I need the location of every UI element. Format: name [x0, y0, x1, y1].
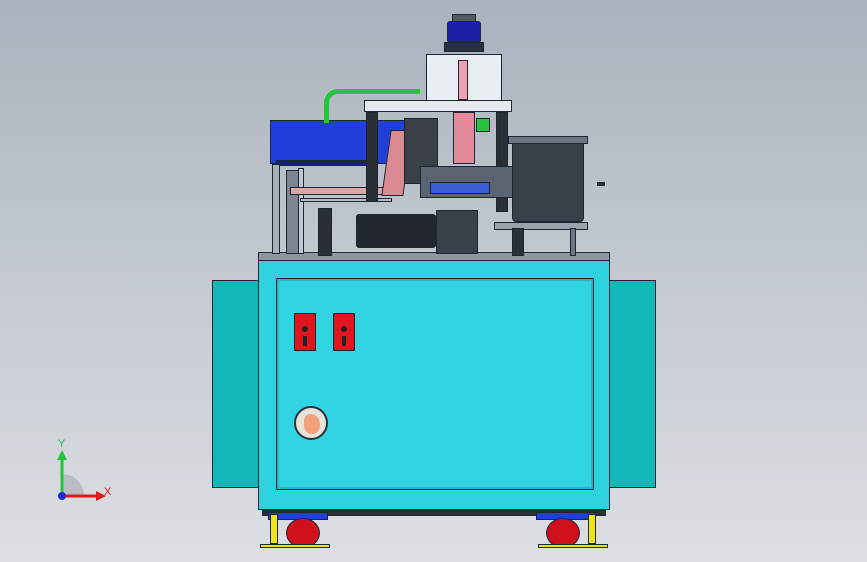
top-white-plate — [364, 100, 512, 112]
axis-triad: Y X — [40, 438, 130, 510]
blue-slide — [430, 182, 490, 194]
bowl-feeder — [512, 138, 584, 222]
green-valve — [476, 118, 490, 132]
axis-triad-svg — [57, 450, 106, 501]
bowl-feeder-rim — [508, 136, 588, 144]
press-head-pink — [453, 112, 475, 164]
feeder-leg-left — [512, 228, 524, 256]
red-switch-icon[interactable] — [294, 313, 316, 351]
vertical-post — [318, 208, 332, 256]
left-guide-rod — [366, 112, 378, 202]
right-side-panel — [608, 280, 656, 488]
x-axis-label: X — [104, 486, 112, 498]
blue-frame-lower — [276, 160, 372, 166]
left-frame-post-3 — [298, 168, 304, 254]
horizontal-guide-rail-2 — [300, 198, 392, 202]
y-axis-label: Y — [58, 438, 66, 450]
motor-gearbox — [436, 210, 478, 254]
red-switch-icon[interactable] — [333, 313, 355, 351]
green-hose-drop — [324, 100, 329, 122]
left-foot-pad — [260, 544, 330, 548]
machine-assembly — [0, 0, 867, 562]
left-side-panel — [212, 280, 260, 488]
left-frame-post — [272, 164, 280, 254]
top-cylinder — [447, 21, 481, 43]
left-leveling-foot — [270, 514, 278, 544]
rotary-knob-icon[interactable] — [294, 406, 328, 440]
right-foot-pad — [538, 544, 608, 548]
pink-rod — [458, 60, 468, 100]
top-cylinder-base — [444, 42, 484, 52]
cabinet-door[interactable] — [276, 278, 594, 490]
small-bracket — [597, 182, 605, 186]
right-leveling-foot — [588, 514, 596, 544]
feeder-leg-right — [570, 228, 576, 256]
servo-motor — [356, 214, 436, 248]
